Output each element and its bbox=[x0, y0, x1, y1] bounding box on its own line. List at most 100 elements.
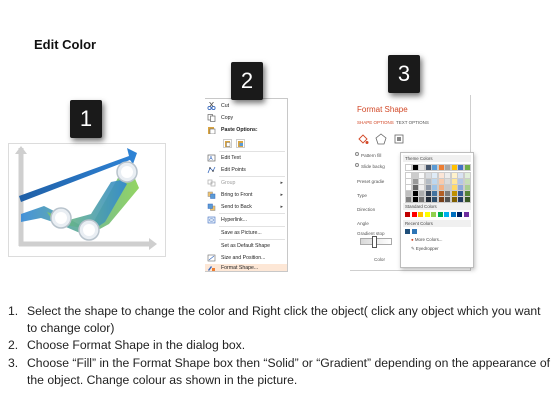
step-badge-2: 2 bbox=[231, 62, 263, 100]
instruction-step: 3. Choose “Fill” in the Format Shape box… bbox=[8, 355, 553, 389]
edit-points-icon bbox=[207, 166, 216, 174]
slide-background-radio[interactable] bbox=[355, 163, 359, 167]
standard-color-swatch[interactable] bbox=[431, 212, 436, 217]
menu-item-label: Format Shape... bbox=[221, 264, 259, 271]
menu-item-label: Copy bbox=[221, 115, 234, 121]
standard-color-swatch[interactable] bbox=[450, 212, 456, 217]
standard-color-swatch[interactable] bbox=[437, 212, 443, 217]
recent-color-swatch[interactable] bbox=[405, 229, 410, 234]
fill-line-icon[interactable] bbox=[357, 133, 369, 145]
standard-colors-heading: Standard Colors bbox=[403, 203, 471, 210]
menu-item-set-default-shape[interactable]: Set as Default Shape bbox=[205, 240, 287, 252]
menu-item-edit-points[interactable]: Edit Points bbox=[205, 164, 287, 176]
standard-color-swatch[interactable] bbox=[424, 212, 430, 217]
format-shape-icon bbox=[207, 265, 216, 271]
preset-gradient-label: Preset gradie bbox=[357, 179, 385, 184]
theme-colors-heading: Theme Colors bbox=[403, 155, 471, 162]
size-position-icon bbox=[207, 254, 216, 262]
menu-item-label: Bring to Front bbox=[221, 192, 253, 198]
hyperlink-icon bbox=[207, 216, 216, 224]
context-menu: Cut Copy Paste Options: A Edit Text Edit… bbox=[205, 98, 288, 272]
menu-item-format-shape[interactable]: Format Shape... bbox=[205, 264, 287, 271]
menu-item-send-to-back[interactable]: Send to Back ▸ bbox=[205, 201, 287, 213]
more-colors-label: More Colors... bbox=[414, 237, 443, 242]
recent-colors-heading: Recent Colors bbox=[403, 220, 471, 227]
pattern-fill-radio[interactable] bbox=[355, 152, 359, 156]
step-badge-3: 3 bbox=[388, 55, 420, 93]
page-title: Edit Color bbox=[34, 37, 97, 52]
instruction-step: 2. Choose Format Shape in the dialog box… bbox=[8, 337, 553, 354]
tab-shape-options[interactable]: SHAPE OPTIONS bbox=[357, 120, 394, 125]
effects-icon[interactable] bbox=[375, 133, 387, 145]
color-wheel-icon: ● bbox=[411, 237, 414, 242]
step-text: Select the shape to change the color and… bbox=[27, 304, 541, 336]
menu-item-bring-to-front[interactable]: Bring to Front ▸ bbox=[205, 189, 287, 201]
menu-item-paste-format[interactable] bbox=[205, 136, 287, 150]
step-badge-1: 1 bbox=[70, 100, 102, 138]
menu-item-group[interactable]: Group ▸ bbox=[205, 177, 287, 189]
pattern-fill-label: Pattern fill bbox=[361, 153, 382, 158]
step-text: Choose “Fill” in the Format Shape box th… bbox=[27, 355, 551, 387]
standard-color-swatch[interactable] bbox=[405, 212, 410, 217]
shape-illustration-panel bbox=[8, 143, 166, 257]
paste-icon bbox=[207, 126, 216, 135]
color-popup: Theme Colors Standard Colors Recent Colo… bbox=[400, 152, 474, 268]
type-label: Type bbox=[357, 193, 367, 198]
eyedropper-icon: ✎ bbox=[411, 246, 415, 251]
send-back-icon bbox=[207, 203, 216, 211]
eyedropper-link[interactable]: ✎ Eyedropper bbox=[411, 246, 439, 252]
eyedropper-label: Eyedropper bbox=[415, 246, 439, 251]
standard-color-swatch[interactable] bbox=[418, 212, 423, 217]
menu-item-label: Paste Options: bbox=[221, 127, 258, 133]
instruction-step: 1. Select the shape to change the color … bbox=[8, 303, 553, 337]
color-label: Color bbox=[374, 257, 385, 262]
paste-format-icon[interactable] bbox=[223, 138, 232, 148]
menu-item-cut[interactable]: Cut bbox=[205, 100, 287, 112]
submenu-arrow-icon: ▸ bbox=[280, 192, 283, 198]
standard-color-swatch[interactable] bbox=[463, 212, 469, 217]
menu-item-size-and-position[interactable]: Size and Position... bbox=[205, 252, 287, 264]
bring-front-icon bbox=[207, 191, 216, 199]
scissors-icon bbox=[207, 101, 216, 111]
menu-item-edit-text[interactable]: A Edit Text bbox=[205, 152, 287, 164]
step-number: 1. bbox=[8, 304, 19, 318]
svg-text:A: A bbox=[209, 156, 213, 162]
gradient-stop-handle[interactable] bbox=[372, 236, 377, 248]
menu-item-label: Send to Back bbox=[221, 204, 252, 210]
menu-item-label: Size and Position... bbox=[221, 255, 266, 261]
menu-item-label: Set as Default Shape bbox=[221, 243, 271, 249]
shape-illustration[interactable] bbox=[9, 144, 165, 256]
theme-color-swatch[interactable] bbox=[463, 196, 471, 203]
standard-color-swatch[interactable] bbox=[411, 212, 417, 217]
menu-item-label: Save as Picture... bbox=[221, 230, 262, 236]
copy-icon bbox=[207, 114, 216, 122]
paste-picture-icon[interactable] bbox=[236, 138, 245, 148]
menu-item-label: Edit Text bbox=[221, 155, 241, 161]
step-text: Choose Format Shape in the dialog box. bbox=[27, 338, 246, 353]
submenu-arrow-icon: ▸ bbox=[280, 180, 283, 186]
slide-background-label: Slide backg bbox=[361, 164, 385, 169]
group-icon bbox=[207, 179, 216, 187]
standard-color-swatch[interactable] bbox=[444, 212, 449, 217]
theme-color-swatch[interactable] bbox=[463, 164, 471, 171]
instructions-list: 1. Select the shape to change the color … bbox=[8, 303, 553, 389]
more-colors-link[interactable]: ● More Colors... bbox=[411, 237, 442, 242]
edit-text-icon: A bbox=[207, 154, 216, 162]
menu-item-label: Edit Points bbox=[221, 167, 246, 173]
standard-color-swatch[interactable] bbox=[457, 212, 462, 217]
menu-item-copy[interactable]: Copy bbox=[205, 112, 287, 124]
menu-item-save-as-picture[interactable]: Save as Picture... bbox=[205, 227, 287, 239]
direction-label: Direction bbox=[357, 207, 376, 212]
gradient-stops-label: Gradient stop bbox=[357, 231, 385, 236]
recent-color-swatch[interactable] bbox=[411, 229, 417, 234]
tab-text-options[interactable]: TEXT OPTIONS bbox=[396, 120, 429, 125]
menu-item-label: Group bbox=[221, 180, 236, 186]
step-number: 3. bbox=[8, 355, 19, 370]
menu-item-paste-options: Paste Options: bbox=[205, 124, 287, 136]
size-properties-icon[interactable] bbox=[393, 133, 405, 145]
format-pane-title: Format Shape bbox=[357, 105, 408, 114]
step-number: 2. bbox=[8, 338, 19, 353]
submenu-arrow-icon: ▸ bbox=[280, 204, 283, 210]
angle-label: Angle bbox=[357, 221, 369, 226]
menu-item-hyperlink[interactable]: Hyperlink... bbox=[205, 214, 287, 226]
